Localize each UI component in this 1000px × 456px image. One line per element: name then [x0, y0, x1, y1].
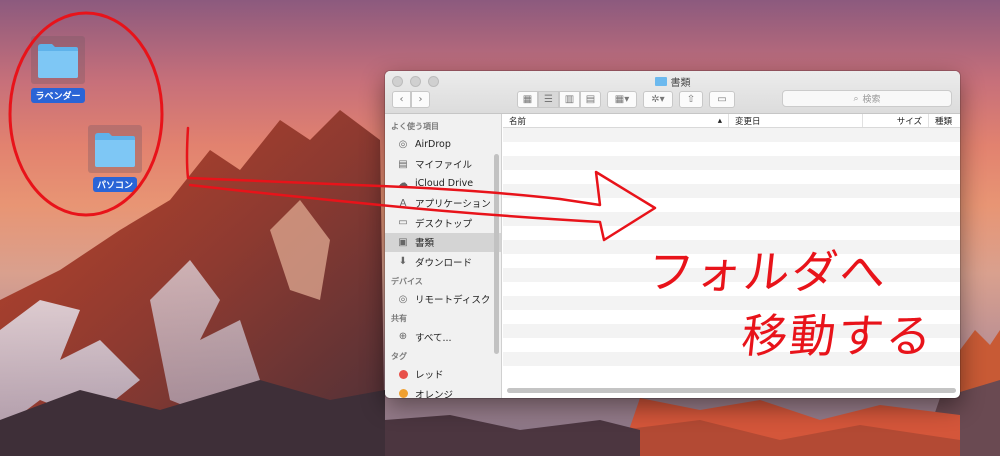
- columns-icon: ▥: [564, 93, 575, 105]
- disc-icon: ◎: [398, 293, 408, 305]
- column-header-name[interactable]: 名前 ▴: [503, 114, 729, 127]
- arrange-button[interactable]: ▦▾: [607, 90, 637, 108]
- sidebar-heading-shared: 共有: [391, 314, 407, 323]
- sidebar-item-label: アプリケーション: [415, 199, 491, 211]
- sidebar-item-label: デスクトップ: [415, 218, 473, 230]
- download-icon: ⬇: [398, 256, 408, 268]
- desktop-folder-label: パソコン: [92, 177, 137, 192]
- tags-button[interactable]: ▭: [709, 90, 735, 108]
- sidebar-item-desktop[interactable]: ▭ デスクトップ: [385, 213, 501, 233]
- tag-dot-icon: [398, 369, 408, 379]
- window-title-text: 書類: [670, 78, 691, 89]
- icon-view-button[interactable]: ▦: [517, 90, 538, 108]
- sidebar-heading-favorites: よく使う項目: [391, 122, 439, 131]
- sidebar-item-label: すべて...: [415, 332, 452, 344]
- tag-dot-icon: [398, 389, 408, 398]
- sidebar-item-label: オレンジ: [415, 389, 454, 398]
- annotation-text-line2: 移動する: [738, 309, 937, 363]
- action-button[interactable]: ✲▾: [643, 90, 673, 108]
- apps-icon: A: [399, 197, 407, 209]
- annotation-text-line1: フォルダへ: [644, 245, 891, 299]
- table-row: [503, 128, 960, 142]
- sidebar-heading-tags: タグ: [391, 351, 407, 361]
- column-header-label: 変更日: [735, 116, 761, 127]
- sidebar-item-applications[interactable]: A アプリケーション: [385, 194, 501, 214]
- sidebar-item-label: マイファイル: [415, 160, 473, 172]
- folder-icon: [31, 36, 85, 84]
- files-icon: ▤: [398, 158, 408, 170]
- view-mode-selector: ▦ ☰ ▥ ▤: [517, 90, 601, 108]
- table-row: [503, 170, 960, 184]
- forward-button[interactable]: ›: [411, 90, 430, 108]
- table-row: [503, 198, 960, 212]
- list-view-button[interactable]: ☰: [538, 90, 559, 108]
- sidebar-item-icloud-drive[interactable]: ☁ iCloud Drive: [385, 174, 501, 194]
- tag-icon: ▭: [717, 93, 727, 105]
- finder-toolbar: ‹ › ▦ ☰ ▥ ▤ ▦▾ ✲▾ ⇧ ▭ ⌕ 検索: [392, 90, 952, 108]
- column-header-kind[interactable]: 種類: [929, 114, 960, 127]
- column-view-button[interactable]: ▥: [559, 90, 580, 108]
- search-field[interactable]: ⌕ 検索: [782, 90, 952, 107]
- share-icon: ⇧: [686, 93, 696, 105]
- gallery-icon: ▤: [585, 93, 596, 105]
- airdrop-icon: ◎: [398, 139, 408, 151]
- gallery-view-button[interactable]: ▤: [580, 90, 601, 108]
- share-button[interactable]: ⇧: [679, 90, 703, 108]
- column-header-modified[interactable]: 変更日: [729, 114, 863, 127]
- horizontal-scrollbar[interactable]: [507, 388, 956, 393]
- folder-icon: [654, 77, 667, 86]
- sidebar-item-label: iCloud Drive: [415, 178, 474, 190]
- gear-icon: ✲▾: [651, 93, 665, 105]
- column-header-label: 種類: [935, 116, 953, 127]
- table-row: [503, 366, 960, 380]
- arrange-icon: ▦▾: [614, 93, 630, 105]
- sidebar-item-tag-orange[interactable]: オレンジ: [385, 384, 501, 398]
- sidebar-item-label: AirDrop: [415, 139, 451, 151]
- window-title: 書類: [385, 74, 960, 89]
- column-header-label: サイズ: [896, 116, 922, 127]
- table-row: [503, 142, 960, 156]
- documents-icon: ▣: [398, 236, 408, 248]
- sidebar-item-documents[interactable]: ▣ 書類: [385, 232, 501, 252]
- finder-titlebar[interactable]: 書類 ‹ › ▦ ☰ ▥ ▤ ▦▾ ✲▾ ⇧ ▭ ⌕ 検索: [385, 71, 960, 114]
- column-headers: 名前 ▴ 変更日 サイズ 種類: [503, 114, 960, 128]
- sidebar-item-label: リモートディスク: [415, 295, 491, 307]
- nav-buttons: ‹ ›: [392, 90, 430, 108]
- column-header-label: 名前: [509, 116, 527, 127]
- folder-icon: [88, 125, 142, 173]
- table-row: [503, 156, 960, 170]
- cloud-icon: ☁: [398, 178, 408, 190]
- sidebar-item-tag-red[interactable]: レッド: [385, 365, 501, 385]
- sidebar-item-downloads[interactable]: ⬇ ダウンロード: [385, 252, 501, 272]
- sidebar-heading-devices: デバイス: [391, 276, 423, 286]
- sidebar-item-label: ダウンロード: [415, 257, 473, 269]
- desktop-folder-pasokon[interactable]: パソコン: [70, 125, 160, 192]
- sidebar-scrollbar[interactable]: [494, 154, 499, 354]
- network-icon: ⊕: [398, 331, 408, 343]
- column-header-size[interactable]: サイズ: [863, 114, 929, 127]
- desktop-folder-lavender[interactable]: ラベンダー: [13, 36, 103, 103]
- list-icon: ☰: [544, 93, 553, 105]
- sidebar-item-remote-disc[interactable]: ◎ リモートディスク: [385, 290, 501, 310]
- table-row: [503, 212, 960, 226]
- search-placeholder: 検索: [862, 95, 881, 105]
- table-row: [503, 184, 960, 198]
- desktop-icon: ▭: [398, 217, 408, 229]
- finder-sidebar: よく使う項目 ◎ AirDrop ▤ マイファイル ☁ iCloud Drive…: [385, 114, 502, 398]
- desktop-folder-label: ラベンダー: [31, 88, 85, 103]
- chevron-left-icon: ‹: [399, 93, 404, 105]
- grid-icon: ▦: [522, 93, 533, 105]
- chevron-right-icon: ›: [418, 93, 423, 105]
- search-icon: ⌕: [853, 93, 859, 104]
- back-button[interactable]: ‹: [392, 90, 411, 108]
- sort-ascending-icon: ▴: [717, 115, 722, 126]
- sidebar-item-all-shared[interactable]: ⊕ すべて...: [385, 327, 501, 347]
- sidebar-item-airdrop[interactable]: ◎ AirDrop: [385, 135, 501, 155]
- sidebar-item-my-files[interactable]: ▤ マイファイル: [385, 155, 501, 175]
- sidebar-item-label: レッド: [415, 370, 444, 382]
- sidebar-item-label: 書類: [415, 238, 435, 250]
